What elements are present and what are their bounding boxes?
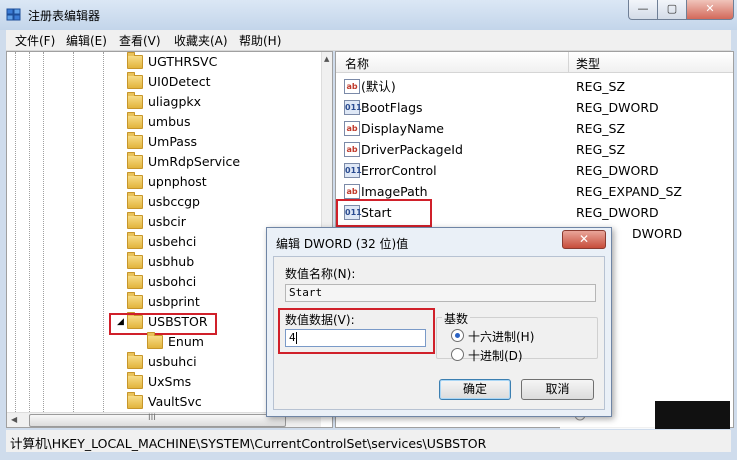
menu-edit[interactable]: 编辑(E)	[66, 32, 107, 49]
scroll-left-icon[interactable]: ◀	[11, 415, 17, 424]
string-value-icon: ab	[344, 79, 360, 94]
dialog-close-button[interactable]: ✕	[562, 230, 606, 249]
status-bar: 计算机\HKEY_LOCAL_MACHINE\SYSTEM\CurrentCon…	[6, 430, 731, 452]
folder-icon	[127, 52, 143, 69]
tree-scroll-thumb[interactable]: III	[29, 413, 286, 427]
value-data-label: 数值数据(V):	[285, 313, 355, 327]
scroll-up-icon[interactable]: ▲	[324, 55, 329, 63]
hex-label[interactable]: 十六进制(H)	[468, 328, 534, 345]
value-row[interactable]: 011 ErrorControl REG_DWORD	[336, 160, 733, 181]
folder-icon	[127, 252, 143, 269]
folder-icon	[127, 72, 143, 89]
edit-dword-dialog[interactable]: 编辑 DWORD (32 位)值 ✕ 数值名称(N): Start 数值数据(V…	[266, 227, 612, 417]
hex-radio[interactable]	[451, 329, 464, 342]
maximize-button[interactable]: ▢	[657, 0, 687, 20]
title-bar: 注册表编辑器 — ▢ ✕	[0, 0, 737, 30]
ok-button[interactable]: 确定	[439, 379, 511, 400]
registry-editor-icon	[6, 8, 21, 21]
value-data-input[interactable]: 4	[285, 329, 426, 347]
folder-icon	[127, 112, 143, 129]
start-highlight	[336, 199, 432, 227]
string-value-icon: ab	[344, 184, 360, 199]
binary-value-icon: 011	[344, 163, 362, 178]
folder-icon	[127, 292, 143, 309]
close-button[interactable]: ✕	[686, 0, 734, 20]
dec-label[interactable]: 十进制(D)	[468, 347, 523, 364]
value-name-label: 数值名称(N):	[285, 267, 356, 281]
folder-icon	[127, 172, 143, 189]
folder-icon	[127, 212, 143, 229]
value-row[interactable]: ab (默认) REG_SZ	[336, 76, 733, 97]
folder-icon	[127, 92, 143, 109]
dialog-body: 数值名称(N): Start 数值数据(V): 4 基数 十六进制(H) 十进制…	[273, 256, 605, 410]
column-name[interactable]: 名称	[345, 55, 369, 72]
folder-icon	[127, 152, 143, 169]
column-type[interactable]: 类型	[576, 55, 600, 72]
value-row[interactable]: 011 BootFlags REG_DWORD	[336, 97, 733, 118]
cancel-button[interactable]: 取消	[521, 379, 594, 400]
folder-icon	[127, 372, 143, 389]
window-controls: — ▢ ✕	[628, 0, 734, 20]
dec-radio[interactable]	[451, 348, 464, 361]
folder-icon	[127, 192, 143, 209]
minimize-button[interactable]: —	[628, 0, 658, 20]
folder-icon	[127, 132, 143, 149]
dialog-title: 编辑 DWORD (32 位)值	[276, 237, 409, 251]
value-name-field: Start	[285, 284, 596, 302]
menu-view[interactable]: 查看(V)	[119, 32, 161, 49]
folder-icon	[127, 232, 143, 249]
window-title: 注册表编辑器	[28, 9, 101, 23]
string-value-icon: ab	[344, 142, 360, 157]
column-header: 名称 类型	[336, 52, 733, 73]
folder-icon	[127, 352, 143, 369]
menu-file[interactable]: 文件(F)	[15, 32, 55, 49]
folder-icon	[127, 272, 143, 289]
string-value-icon: ab	[344, 121, 360, 136]
folder-icon	[127, 392, 143, 409]
value-row[interactable]: ab DriverPackageId REG_SZ	[336, 139, 733, 160]
value-row[interactable]: ab DisplayName REG_SZ	[336, 118, 733, 139]
menu-favorites[interactable]: 收藏夹(A)	[174, 32, 228, 49]
menu-bar: 文件(F) 编辑(E) 查看(V) 收藏夹(A) 帮助(H)	[6, 30, 731, 51]
status-path: 计算机\HKEY_LOCAL_MACHINE\SYSTEM\CurrentCon…	[10, 436, 487, 451]
menu-help[interactable]: 帮助(H)	[239, 32, 281, 49]
binary-value-icon: 011	[344, 100, 362, 115]
folder-icon	[147, 332, 163, 349]
base-label: 基数	[442, 310, 471, 327]
